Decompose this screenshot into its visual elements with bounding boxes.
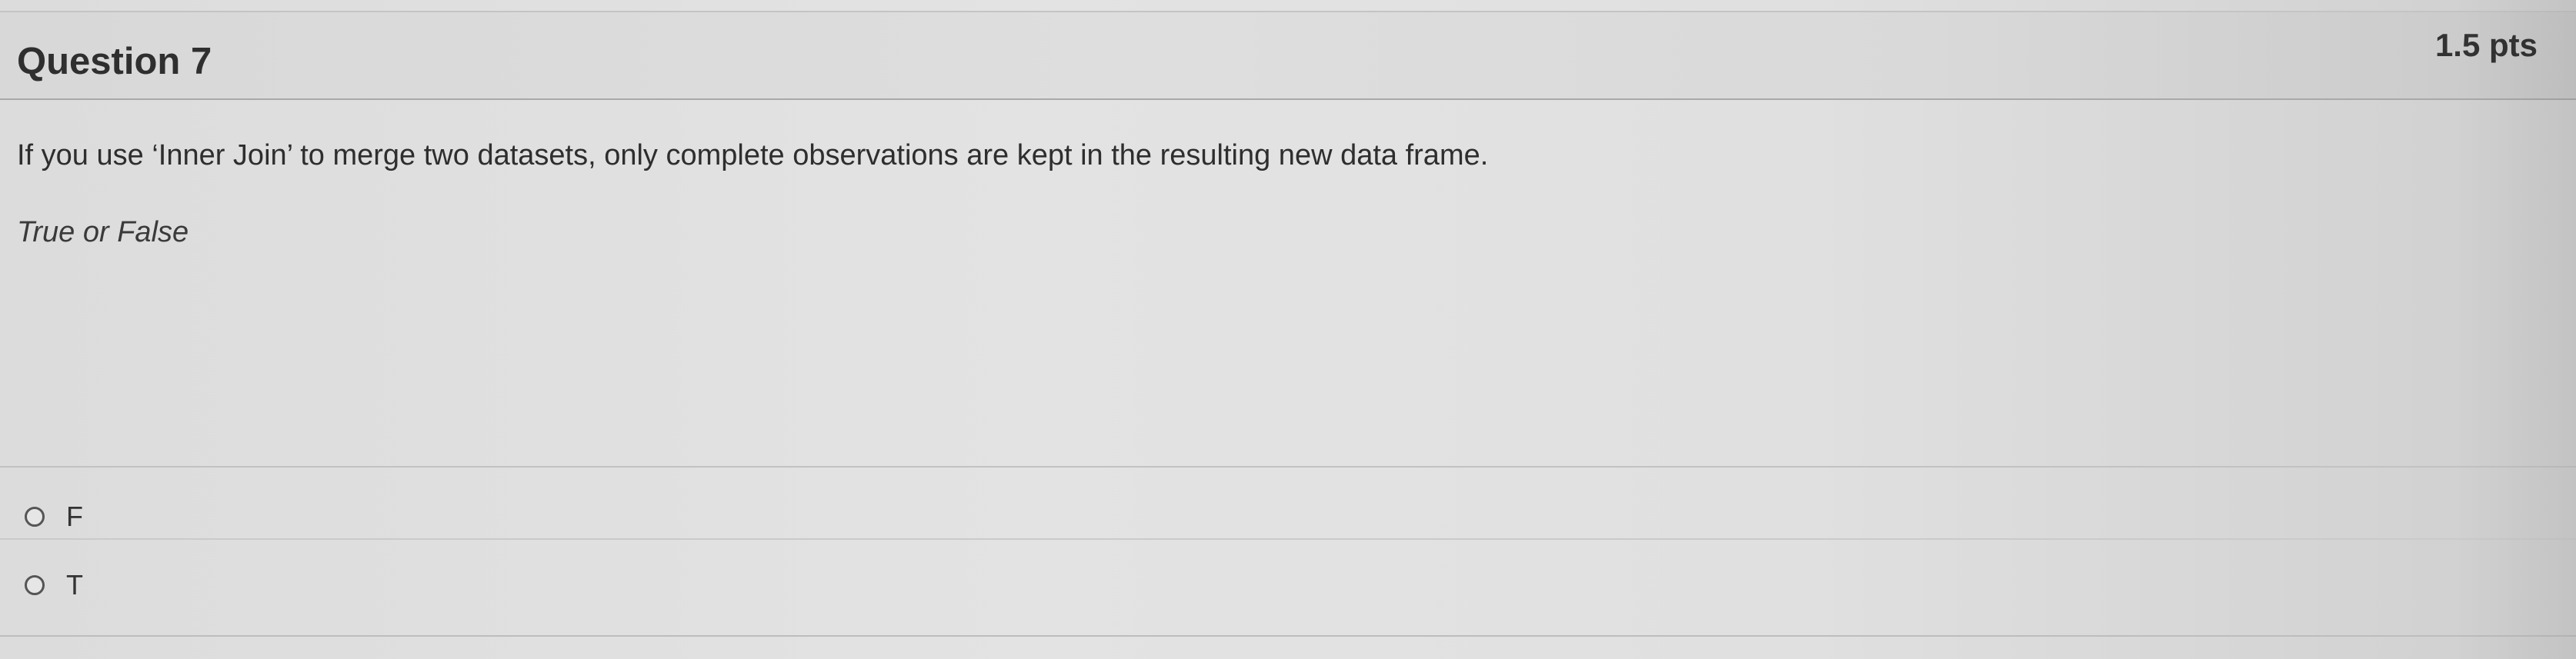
question-text: If you use ‘Inner Join’ to merge two dat… (17, 139, 1489, 171)
answer-option-f[interactable]: F (25, 494, 948, 540)
question-hint: True or False (17, 216, 189, 248)
answer-label-f: F (66, 501, 83, 532)
radio-button-f[interactable] (25, 507, 45, 527)
question-points: 1.5 pts (2434, 27, 2538, 63)
answer-divider (0, 538, 2576, 540)
answer-option-t[interactable]: T (25, 562, 948, 608)
answers-top-divider (0, 466, 2576, 468)
answers-bottom-divider (0, 635, 2576, 637)
radio-button-t[interactable] (25, 575, 45, 595)
question-card: Question 7 1.5 pts If you use ‘Inner Joi… (0, 0, 2576, 659)
question-header (0, 12, 2576, 100)
answer-label-t: T (66, 569, 83, 601)
question-title: Question 7 (17, 41, 212, 82)
